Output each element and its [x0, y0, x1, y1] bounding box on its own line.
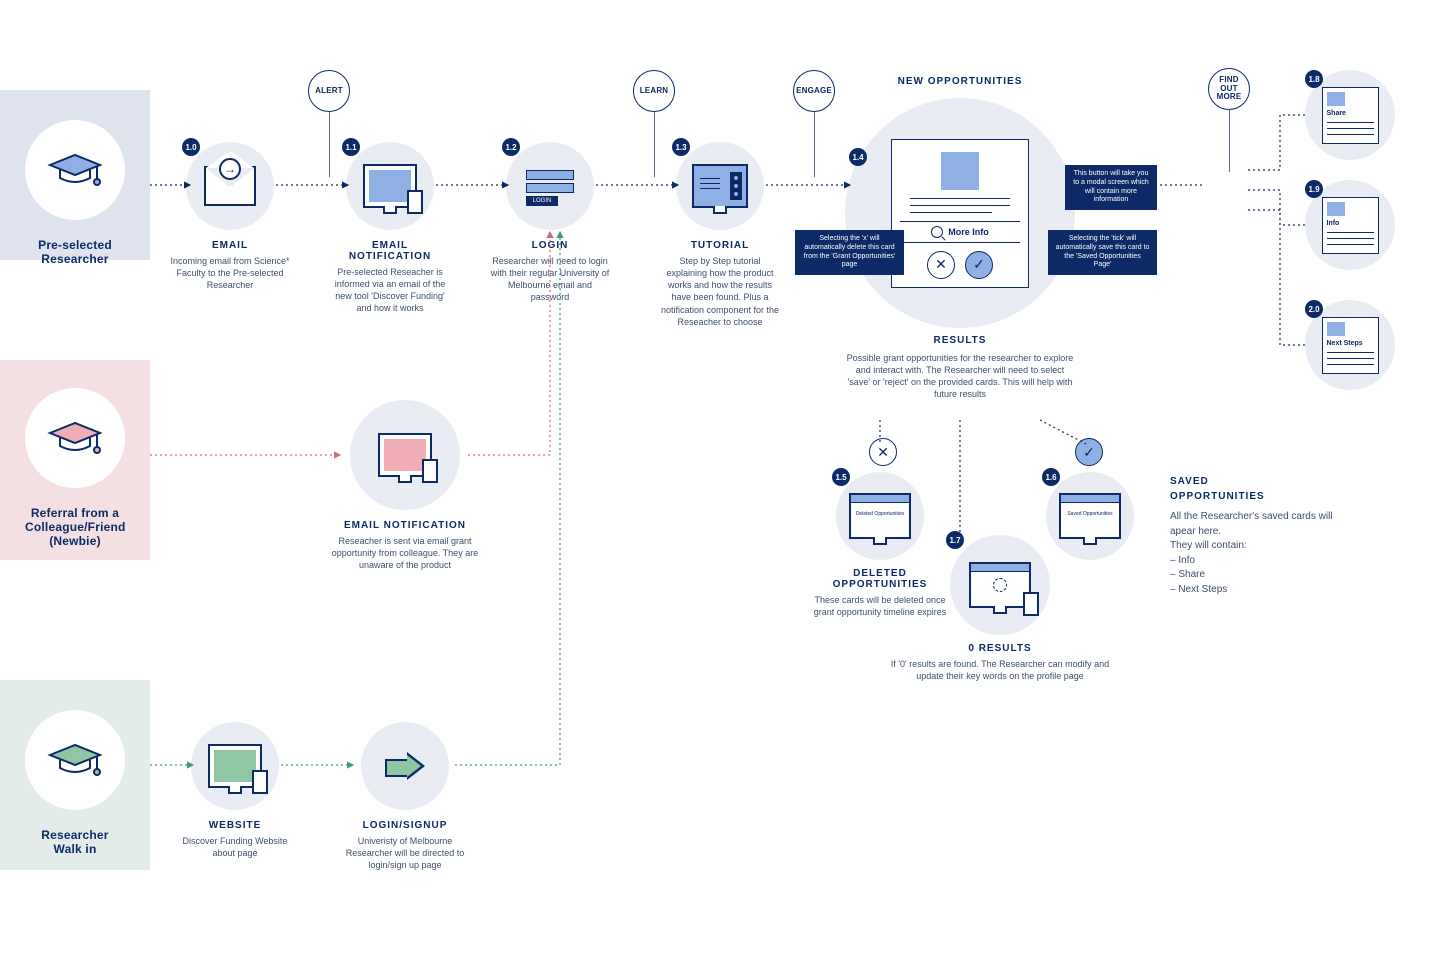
flow-diagram: Pre-selected Researcher Referral from a … [0, 0, 1440, 960]
arrow-right-icon [385, 754, 425, 778]
sheet-next-steps: 2.0 Next Steps [1305, 300, 1395, 390]
sub-saved: 1.6 Saved Opportunities [1020, 472, 1160, 560]
persona-walkin: Researcher Walk in [25, 710, 125, 856]
reject-icon: ✕ [869, 438, 897, 466]
results-title: NEW OPPORTUNITIES [845, 76, 1075, 87]
phone-icon [1023, 592, 1039, 616]
step-email-notification: 1.1 EMAIL NOTIFICATION Pre-selected Rese… [330, 142, 450, 315]
tutorial-window-icon [692, 164, 748, 208]
step-login: 1.2 LOGIN LOGIN Researcher will need to … [490, 142, 610, 304]
save-icon: ✓ [1075, 438, 1103, 466]
browser-icon: Deleted Opportunities [849, 493, 911, 539]
tag-findout: FIND OUT MORE [1205, 68, 1253, 172]
step-email: 1.0 → EMAIL Incoming email from Science*… [170, 142, 290, 291]
persona-label: Referral from a Colleague/Friend (Newbie… [25, 506, 125, 548]
persona-referral: Referral from a Colleague/Friend (Newbie… [25, 388, 125, 548]
step-tutorial: 1.3 TUTORIAL Step by Step tutorial expla… [660, 142, 780, 328]
opportunity-card: More Info ✕ ✓ [891, 139, 1029, 288]
phone-icon [422, 459, 438, 483]
step-login-signup: LOGIN/SIGNUP Univeristy of Melbourne Res… [335, 722, 475, 871]
step-referral-notification: EMAIL NOTIFICATION Reseacher is sent via… [330, 400, 480, 571]
phone-icon [407, 190, 423, 214]
sheet-info: 1.9 Info [1305, 180, 1395, 270]
note-reject: Selecting the 'x' will automatically del… [795, 230, 904, 275]
browser-icon [969, 562, 1031, 608]
search-icon [931, 226, 943, 238]
results-description: RESULTS Possible grant opportunities for… [845, 335, 1075, 401]
reject-button[interactable]: ✕ [927, 251, 955, 279]
saved-description: SAVED OPPORTUNITIES All the Researcher's… [1170, 475, 1335, 597]
persona-preselected: Pre-selected Researcher [25, 120, 125, 266]
persona-label: Researcher Walk in [25, 828, 125, 856]
tag-engage: ENGAGE [790, 70, 838, 177]
sheet-share: 1.8 Share [1305, 70, 1395, 160]
phone-icon [252, 770, 268, 794]
browser-icon: Saved Opportunities [1059, 493, 1121, 539]
note-save: Selecting the 'tick' will automatically … [1048, 230, 1157, 275]
loading-icon [993, 578, 1007, 592]
note-more-info: This button will take you to a modal scr… [1065, 165, 1157, 210]
save-button[interactable]: ✓ [965, 251, 993, 279]
step-website: WEBSITE Discover Funding Website about p… [175, 722, 295, 859]
envelope-icon: → [204, 166, 256, 206]
step-results: NEW OPPORTUNITIES 1.4 More Info ✕ ✓ [845, 98, 1075, 328]
persona-label: Pre-selected Researcher [25, 238, 125, 266]
more-info-button[interactable]: More Info [900, 221, 1020, 243]
